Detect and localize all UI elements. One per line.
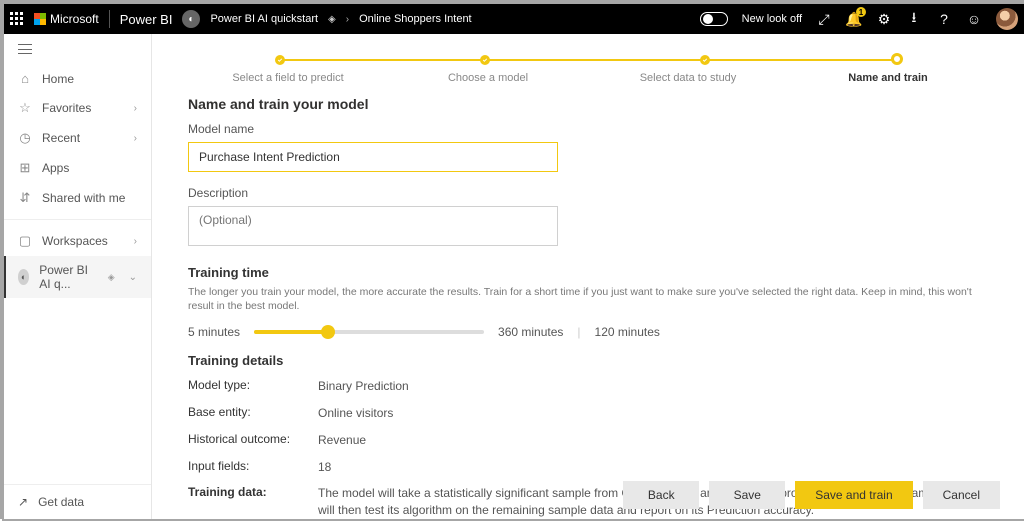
nav-workspaces-label: Workspaces [42, 234, 108, 248]
save-and-train-button[interactable]: Save and train [795, 481, 912, 509]
chevron-down-icon: ⌄ [129, 272, 137, 283]
model-type-key: Model type: [188, 378, 318, 395]
model-name-label: Model name [188, 122, 988, 136]
training-data-key: Training data: [188, 485, 318, 519]
nav-home-label: Home [42, 72, 74, 86]
step-1-dot[interactable] [275, 55, 285, 65]
microsoft-logo: Microsoft [34, 12, 99, 26]
slider-max-label: 360 minutes [498, 325, 563, 339]
step-3-label[interactable]: Select data to study [588, 72, 788, 84]
chevron-right-icon: › [346, 14, 349, 25]
save-button[interactable]: Save [709, 481, 785, 509]
breadcrumb-workspace[interactable]: Power BI AI quickstart [210, 13, 318, 25]
step-2-label[interactable]: Choose a model [388, 72, 588, 84]
training-details-heading: Training details [188, 353, 988, 368]
download-icon[interactable]: ⭳ [906, 11, 922, 27]
step-1-label[interactable]: Select a field to predict [188, 72, 388, 84]
nav-recent[interactable]: ◷ Recent › [4, 123, 151, 153]
description-input[interactable] [188, 206, 558, 246]
app-launcher-icon[interactable] [10, 12, 24, 26]
nav-current-workspace-label: Power BI AI q... [39, 263, 97, 291]
model-type-value: Binary Prediction [318, 378, 988, 395]
help-icon[interactable]: ? [936, 11, 952, 27]
nav-workspaces[interactable]: ▢ Workspaces › [4, 226, 151, 256]
nav-get-data-label: Get data [38, 495, 84, 509]
training-time-slider[interactable] [254, 330, 484, 334]
input-fields-key: Input fields: [188, 459, 318, 476]
training-time-help: The longer you train your model, the mor… [188, 286, 988, 313]
get-data-icon: ↗ [18, 495, 28, 509]
top-bar: Microsoft Power BI ◐ Power BI AI quickst… [4, 4, 1024, 34]
workspaces-icon: ▢ [18, 233, 32, 249]
slider-value-label: 120 minutes [595, 325, 660, 339]
chevron-right-icon: › [134, 103, 137, 114]
home-icon: ⌂ [18, 71, 32, 86]
step-3-dot[interactable] [700, 55, 710, 65]
base-entity-value: Online visitors [318, 405, 988, 422]
slider-min-label: 5 minutes [188, 325, 240, 339]
wizard-footer: Back Save Save and train Cancel [623, 481, 1000, 509]
user-avatar[interactable] [996, 8, 1018, 30]
chevron-right-icon: › [134, 236, 137, 247]
slider-thumb[interactable] [321, 325, 335, 339]
notification-badge: 1 [856, 7, 866, 17]
historical-outcome-key: Historical outcome: [188, 432, 318, 449]
nav-recent-label: Recent [42, 131, 80, 145]
step-4-label[interactable]: Name and train [788, 72, 988, 84]
description-label: Description [188, 186, 988, 200]
nav-favorites[interactable]: ☆ Favorites › [4, 93, 151, 123]
apps-icon: ⊞ [18, 160, 32, 176]
wizard-stepper: Select a field to predict Choose a model… [152, 34, 1024, 90]
nav-apps[interactable]: ⊞ Apps [4, 153, 151, 183]
chevron-right-icon: › [134, 133, 137, 144]
breadcrumb-item[interactable]: Online Shoppers Intent [359, 13, 472, 25]
step-4-dot[interactable] [891, 53, 903, 65]
nav-shared[interactable]: ⇵ Shared with me [4, 183, 151, 213]
star-icon: ☆ [18, 100, 32, 116]
nav-get-data[interactable]: ↗ Get data [4, 484, 151, 519]
workspace-icon: ◐ [18, 269, 29, 285]
new-look-label: New look off [742, 13, 802, 25]
training-time-label: Training time [188, 265, 988, 280]
feedback-icon[interactable]: ☺ [966, 11, 982, 27]
app-name: Power BI [120, 12, 173, 27]
nav-collapse-button[interactable] [4, 34, 151, 64]
historical-outcome-value: Revenue [318, 432, 988, 449]
step-2-dot[interactable] [480, 55, 490, 65]
premium-icon: ◈ [328, 14, 336, 25]
nav-shared-label: Shared with me [42, 191, 125, 205]
notifications-icon[interactable]: 🔔1 [846, 11, 862, 27]
new-look-toggle[interactable] [700, 12, 728, 26]
premium-icon: ◈ [108, 272, 115, 283]
clock-icon: ◷ [18, 130, 32, 146]
left-nav: ⌂ Home ☆ Favorites › ◷ Recent › ⊞ Apps ⇵ Shared… [4, 34, 152, 519]
base-entity-key: Base entity: [188, 405, 318, 422]
shared-icon: ⇵ [18, 190, 32, 206]
nav-favorites-label: Favorites [42, 101, 91, 115]
nav-home[interactable]: ⌂ Home [4, 64, 151, 93]
expand-icon[interactable]: ⤢ [816, 11, 832, 27]
nav-current-workspace[interactable]: ◐ Power BI AI q... ◈ ⌄ [4, 256, 151, 298]
main-panel: Select a field to predict Choose a model… [152, 34, 1024, 519]
brand-label: Microsoft [50, 12, 99, 26]
back-button[interactable]: Back [623, 481, 699, 509]
settings-icon[interactable]: ⚙ [876, 11, 892, 27]
page-title: Name and train your model [188, 96, 988, 112]
form-content: Name and train your model Model name Des… [152, 90, 1024, 519]
nav-apps-label: Apps [42, 161, 69, 175]
divider [109, 10, 110, 28]
input-fields-value: 18 [318, 459, 988, 476]
model-name-input[interactable] [188, 142, 558, 172]
cancel-button[interactable]: Cancel [923, 481, 1000, 509]
workspace-avatar-icon: ◐ [182, 10, 200, 28]
